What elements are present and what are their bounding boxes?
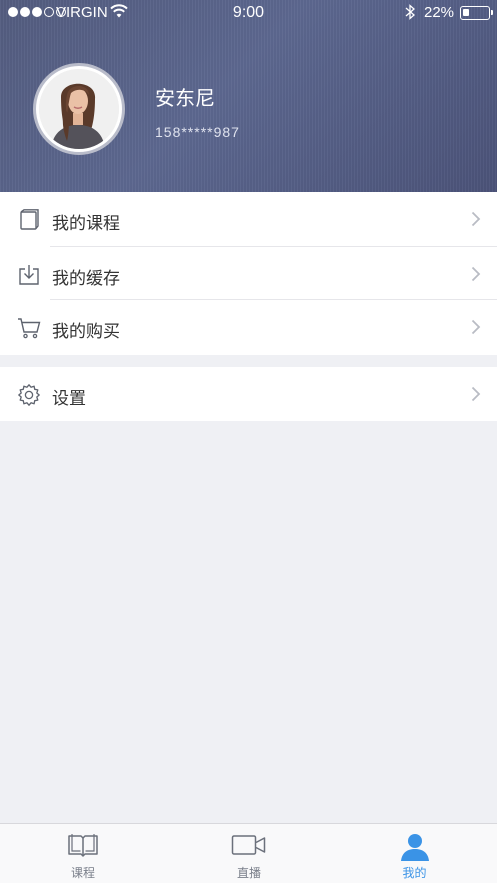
menu-item-my-downloads[interactable]: 我的缓存 (0, 247, 497, 300)
tab-label: 我的 (402, 866, 427, 880)
tab-label: 直播 (236, 866, 261, 880)
open-book-icon (67, 833, 99, 863)
battery-icon (460, 6, 493, 20)
tab-courses[interactable]: 课程 (0, 824, 166, 883)
bluetooth-icon (404, 3, 416, 25)
tab-label: 课程 (70, 866, 95, 880)
tab-live[interactable]: 直播 (166, 824, 332, 883)
avatar[interactable] (33, 63, 125, 155)
download-icon (17, 263, 41, 287)
settings-group: 设置 (0, 367, 497, 421)
menu-item-my-purchases[interactable]: 我的购买 (0, 300, 497, 355)
book-icon (17, 208, 41, 232)
video-camera-icon (231, 833, 267, 861)
person-icon (400, 833, 430, 865)
chevron-right-icon (471, 386, 481, 402)
battery-percent: 22% (424, 4, 455, 21)
chevron-right-icon (471, 211, 481, 227)
profile-header: VIRGIN 9:00 22% 安东尼 158*****987 (0, 0, 497, 192)
menu-item-label: 我的缓存 (52, 269, 120, 289)
menu-item-label: 设置 (52, 389, 86, 409)
chevron-right-icon (471, 266, 481, 282)
menu-item-label: 我的课程 (52, 214, 120, 234)
menu-item-my-courses[interactable]: 我的课程 (0, 192, 497, 247)
status-time: 9:00 (232, 4, 265, 21)
status-bar: VIRGIN 9:00 22% (0, 0, 497, 26)
tab-bar: 课程 直播 我的 (0, 823, 497, 883)
profile-name: 安东尼 (155, 86, 215, 110)
menu-list: 我的课程 我的缓存 我的购买 (0, 192, 497, 355)
profile-phone: 158*****987 (155, 124, 240, 140)
gear-icon (17, 383, 41, 407)
menu-item-label: 我的购买 (52, 322, 120, 342)
tab-mine[interactable]: 我的 (332, 824, 497, 883)
chevron-right-icon (471, 319, 481, 335)
cart-icon (17, 316, 41, 340)
menu-item-settings[interactable]: 设置 (0, 367, 497, 421)
